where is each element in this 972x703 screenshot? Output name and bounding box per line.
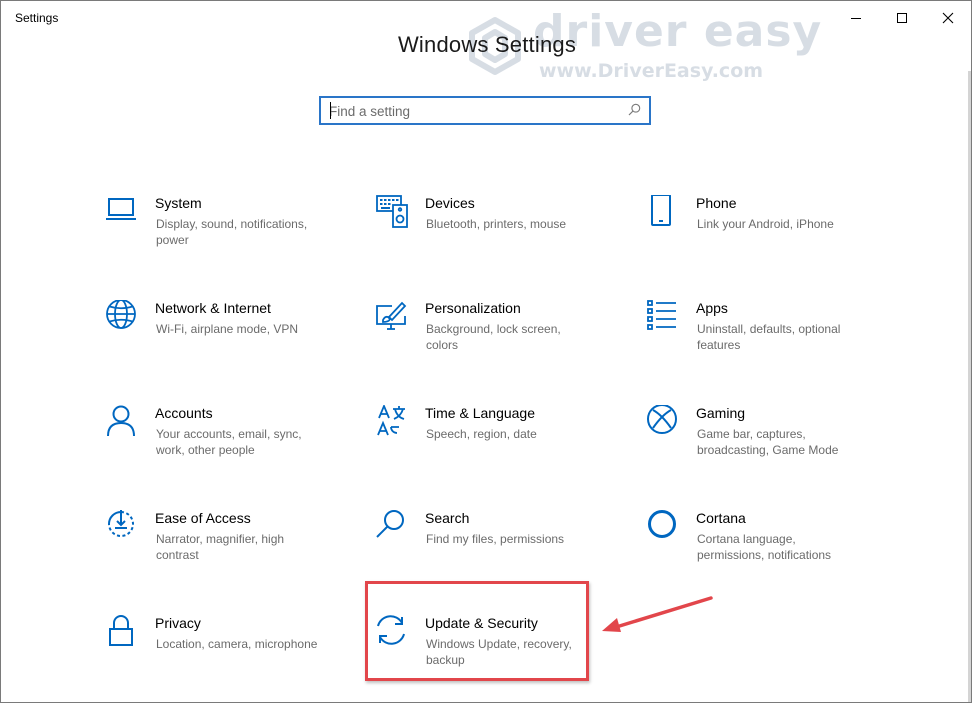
tile-description: Game bar, captures, broadcasting, Game M… <box>697 427 839 457</box>
cortana-ring-icon <box>648 510 676 538</box>
search-icon[interactable] <box>628 103 641 116</box>
window-title: Settings <box>15 11 59 25</box>
tile-description: Uninstall, defaults, optional features <box>697 322 841 352</box>
tile-network[interactable]: Network & Internet Wi-Fi, airplane mode,… <box>105 300 345 370</box>
xbox-icon <box>647 405 677 434</box>
tile-title: System <box>155 195 202 211</box>
tile-description: Find my files, permissions <box>426 532 565 546</box>
tile-description: Speech, region, date <box>426 427 537 441</box>
tile-title: Accounts <box>155 405 213 421</box>
tile-description: Link your Android, iPhone <box>697 217 834 231</box>
tile-title: Privacy <box>155 615 201 631</box>
minimize-button[interactable] <box>833 1 879 35</box>
search-box[interactable] <box>319 96 651 125</box>
magnifier-icon <box>376 510 404 538</box>
tile-title: Search <box>425 510 470 526</box>
tile-description: Location, camera, microphone <box>156 637 318 651</box>
page-title: Windows Settings <box>397 32 577 57</box>
tile-title: Devices <box>425 195 475 211</box>
lock-icon <box>109 615 133 646</box>
tile-phone[interactable]: Phone Link your Android, iPhone <box>646 195 886 265</box>
tile-title: Ease of Access <box>155 510 251 526</box>
tile-personalization[interactable]: Personalization Background, lock screen,… <box>375 300 615 370</box>
paintbrush-monitor-icon <box>376 301 407 330</box>
minimize-icon <box>851 18 861 19</box>
settings-window: Settings driver easy www.DriverEasy.com … <box>0 0 972 703</box>
maximize-icon <box>897 13 907 23</box>
maximize-button[interactable] <box>879 1 925 35</box>
tile-title: Personalization <box>425 300 521 316</box>
tile-description: Bluetooth, printers, mouse <box>426 217 567 231</box>
keyboard-speaker-icon <box>376 195 408 228</box>
laptop-icon <box>106 198 136 220</box>
tile-title: Gaming <box>696 405 746 421</box>
tile-devices[interactable]: Devices Bluetooth, printers, mouse <box>375 195 615 265</box>
person-icon <box>107 405 135 437</box>
tile-description: Background, lock screen, colors <box>426 322 561 352</box>
tile-privacy[interactable]: Privacy Location, camera, microphone <box>105 615 345 685</box>
phone-icon <box>651 195 671 226</box>
tile-time-language[interactable]: Time & Language Speech, region, date <box>375 405 615 475</box>
tile-title: Phone <box>696 195 737 211</box>
tile-description: Wi-Fi, airplane mode, VPN <box>156 322 299 336</box>
tile-title: Network & Internet <box>155 300 271 316</box>
ease-of-access-icon <box>108 510 134 537</box>
tile-title: Apps <box>696 300 728 316</box>
tile-system[interactable]: System Display, sound, notifications, po… <box>105 195 345 265</box>
tile-title: Time & Language <box>425 405 535 421</box>
tile-apps[interactable]: Apps Uninstall, defaults, optional featu… <box>646 300 886 370</box>
highlight-box <box>365 581 589 681</box>
tile-title: Cortana <box>696 510 746 526</box>
scrollbar[interactable] <box>968 71 971 702</box>
tile-description: Narrator, magnifier, high contrast <box>156 532 285 562</box>
tile-gaming[interactable]: Gaming Game bar, captures, broadcasting,… <box>646 405 886 475</box>
tile-description: Your accounts, email, sync, work, other … <box>156 427 302 457</box>
close-button[interactable] <box>925 1 971 35</box>
tile-description: Display, sound, notifications, power <box>156 217 308 247</box>
globe-icon <box>106 300 136 329</box>
tile-cortana[interactable]: Cortana Cortana language, permissions, n… <box>646 510 886 580</box>
text-caret <box>330 102 331 119</box>
watermark-url: www.DriverEasy.com <box>539 60 764 82</box>
search-input[interactable] <box>329 102 619 120</box>
apps-list-icon <box>647 300 676 330</box>
red-arrow-icon <box>602 596 713 632</box>
tile-search[interactable]: Search Find my files, permissions <box>375 510 615 580</box>
tile-ease-of-access[interactable]: Ease of Access Narrator, magnifier, high… <box>105 510 345 580</box>
time-language-icon <box>377 405 405 436</box>
close-icon <box>942 12 954 24</box>
tile-description: Cortana language, permissions, notificat… <box>697 532 832 562</box>
tile-accounts[interactable]: Accounts Your accounts, email, sync, wor… <box>105 405 345 475</box>
